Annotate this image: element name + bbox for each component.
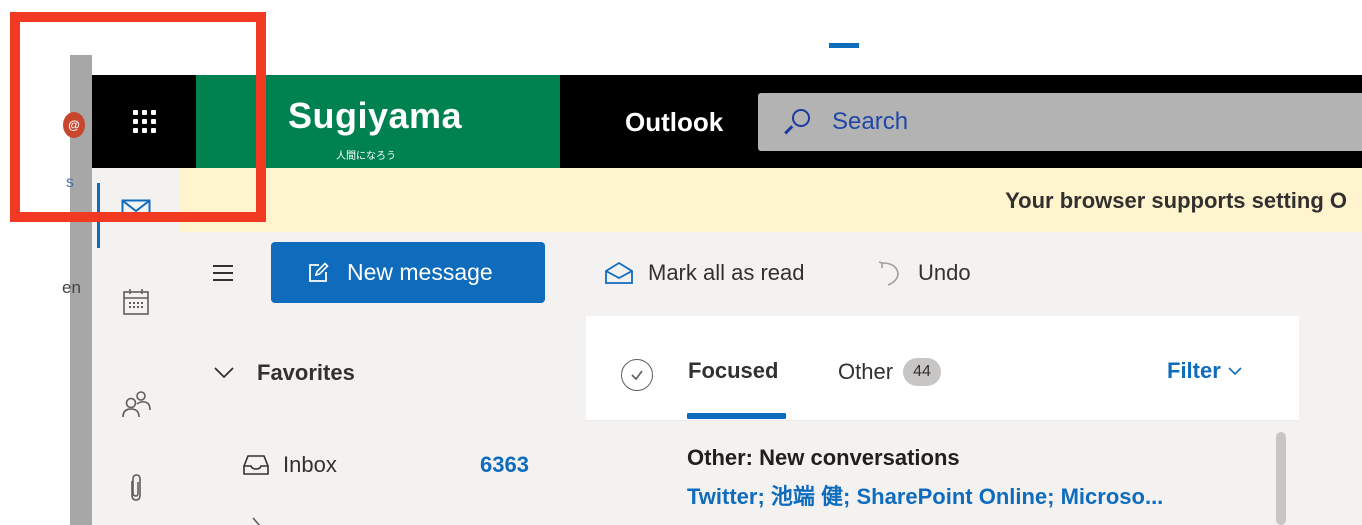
filter-label: Filter (1167, 358, 1221, 383)
rail-files-button[interactable] (92, 458, 180, 518)
previous-window-background (0, 0, 70, 525)
message-list-scrollbar[interactable] (1276, 432, 1286, 525)
fragment-text: en (62, 278, 81, 297)
chevron-down-icon (214, 367, 234, 379)
folder-pane (180, 316, 586, 525)
fragment-text: s (66, 174, 74, 191)
inbox-icon (243, 455, 269, 475)
people-icon (122, 391, 151, 418)
search-icon (784, 109, 810, 135)
list-item[interactable]: Other: New conversations Twitter; 池端 健; … (586, 421, 1299, 525)
chevron-down-icon (1228, 367, 1242, 376)
brand-name: Sugiyama (288, 95, 463, 136)
check-circle-icon (631, 370, 643, 381)
org-logo[interactable]: Sugiyama 人間になろう (196, 75, 560, 168)
tab-other-label: Other (838, 359, 894, 384)
attachment-icon (131, 474, 141, 501)
notification-banner: Your browser supports setting O (180, 168, 1362, 232)
group-senders: Twitter; 池端 健; SharePoint Online; Micros… (687, 484, 1164, 509)
select-all-button[interactable] (621, 359, 653, 391)
app-rail (92, 168, 180, 525)
folder-inbox[interactable]: Inbox 6363 (243, 447, 543, 483)
rail-mail-button[interactable] (92, 180, 180, 240)
undo-label: Undo (918, 260, 971, 285)
mark-all-read-label: Mark all as read (648, 260, 805, 285)
search-box[interactable] (758, 93, 1362, 151)
inbox-label: Inbox (283, 452, 337, 477)
new-message-label: New message (347, 259, 493, 285)
filter-button[interactable]: Filter (1167, 358, 1243, 384)
brand-tagline: 人間になろう (336, 151, 396, 162)
rail-people-button[interactable] (92, 374, 180, 434)
rail-calendar-button[interactable] (92, 272, 180, 332)
tab-focused-indicator (687, 413, 786, 419)
mark-all-read-button[interactable]: Mark all as read (604, 258, 805, 288)
calendar-icon (123, 289, 149, 315)
tab-other[interactable]: Other 44 (838, 358, 942, 386)
search-input[interactable] (832, 108, 1232, 136)
app-launcher-icon (132, 110, 156, 133)
favorites-label: Favorites (257, 360, 355, 385)
banner-message: Your browser supports setting O (1005, 188, 1347, 213)
group-title: Other: New conversations (687, 445, 960, 470)
envelope-open-icon (605, 261, 633, 284)
inbox-unread-count: 6363 (480, 452, 529, 477)
mail-icon (121, 199, 151, 221)
app-launcher-button[interactable] (92, 75, 196, 168)
folder-chevron-fragment (250, 514, 270, 525)
undo-button[interactable]: Undo (876, 258, 971, 288)
tab-indicator-fragment (829, 43, 859, 48)
avatar-fragment: @ (63, 112, 85, 138)
favorites-header[interactable]: Favorites (213, 360, 355, 386)
tab-focused[interactable]: Focused (688, 358, 778, 384)
toggle-navigation-button[interactable] (213, 260, 239, 286)
compose-icon (309, 261, 329, 282)
other-count-badge: 44 (903, 358, 942, 386)
new-message-button[interactable]: New message (271, 242, 545, 303)
reading-pane-edge (1299, 316, 1362, 525)
undo-icon (878, 261, 899, 286)
app-title[interactable]: Outlook (625, 107, 723, 138)
